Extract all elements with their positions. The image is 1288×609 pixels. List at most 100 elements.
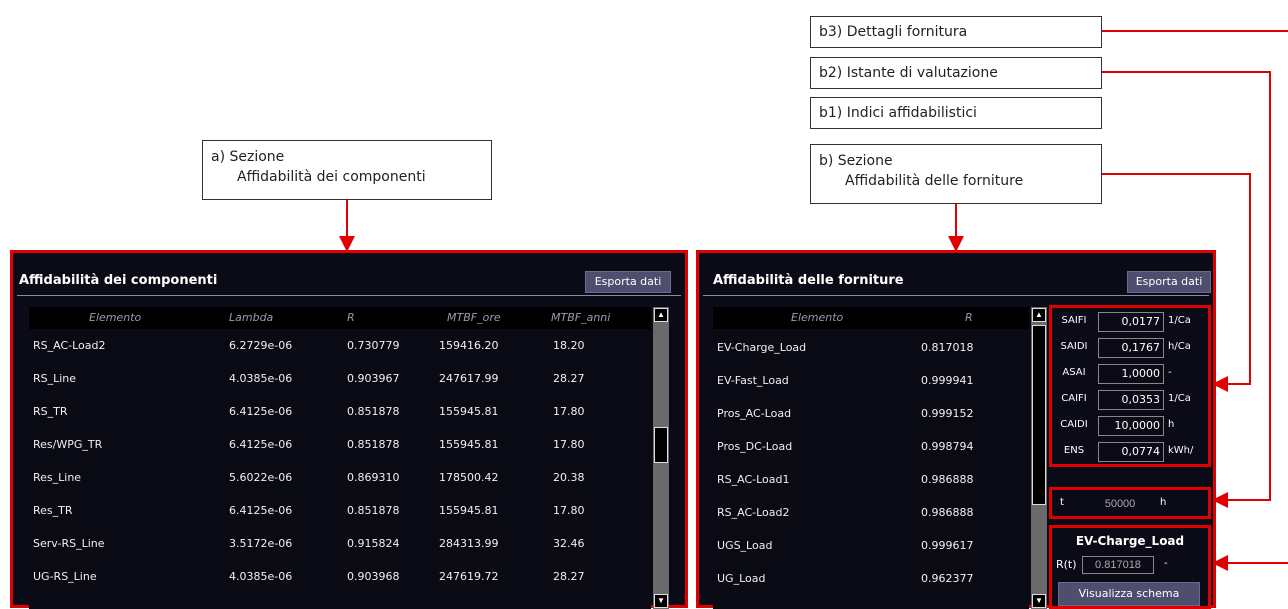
table-cell: 4.0385e-06	[229, 372, 293, 385]
table-cell: 155945.81	[439, 438, 499, 451]
table-cell: 155945.81	[439, 504, 499, 517]
table-cell: 0.998794	[921, 440, 974, 453]
callout-b: b) Sezione Affidabilità delle forniture	[810, 144, 1102, 204]
table-cell: EV-Charge_Load	[717, 341, 807, 354]
table-cell: 284313.99	[439, 537, 499, 550]
evaluation-time-box: t 50000 h	[1049, 487, 1211, 519]
component-table-header: Elemento Lambda R MTBF_ore MTBF_anni	[29, 307, 651, 329]
table-cell: 3.5172e-06	[229, 537, 293, 550]
col-header-elemento[interactable]: Elemento	[791, 311, 843, 324]
table-cell: 28.27	[553, 372, 585, 385]
supply-reliability-panel: Affidabilità delle forniture Esporta dat…	[696, 250, 1216, 609]
callout-b2-text: b2) Istante di valutazione	[819, 65, 998, 81]
index-unit: h	[1168, 419, 1175, 430]
table-cell: UG-RS_Line	[33, 570, 97, 583]
index-label: CAIDI	[1060, 419, 1088, 430]
table-cell: Res_TR	[33, 504, 73, 517]
reliability-r-unit: -	[1164, 558, 1168, 569]
table-cell: 0.903968	[347, 570, 400, 583]
index-unit: 1/Ca	[1168, 393, 1191, 404]
table-cell: 28.27	[553, 570, 585, 583]
table-cell: 17.80	[553, 405, 585, 418]
table-cell: 0.903967	[347, 372, 400, 385]
table-cell: RS_AC-Load2	[33, 339, 106, 352]
table-cell: Pros_AC-Load	[717, 407, 792, 420]
table-cell: Res_Line	[33, 471, 82, 484]
table-cell: 0.851878	[347, 438, 400, 451]
export-data-button-left[interactable]: Esporta dati	[585, 271, 671, 293]
table-cell: 0.999941	[921, 374, 974, 387]
table-cell: 6.4125e-06	[229, 438, 293, 451]
table-cell: EV-Fast_Load	[717, 374, 789, 387]
callout-b1: b1) Indici affidabilistici	[810, 97, 1102, 129]
table-cell: 32.46	[553, 537, 585, 550]
table-cell: 6.2729e-06	[229, 339, 293, 352]
index-label: SAIFI	[1061, 315, 1087, 326]
table-cell: 0.851878	[347, 405, 400, 418]
table-cell: 18.20	[553, 339, 585, 352]
index-label: ASAI	[1062, 367, 1086, 378]
time-input[interactable]: 50000	[1088, 496, 1152, 514]
table-cell: 159416.20	[439, 339, 499, 352]
component-reliability-panel: Affidabilità dei componenti Esporta dati…	[10, 250, 688, 609]
component-table-scrollbar[interactable]: ▲ ▼	[653, 307, 669, 609]
panel-divider	[703, 295, 1209, 296]
index-unit: -	[1168, 367, 1172, 378]
table-cell: 0.851878	[347, 504, 400, 517]
scroll-down-icon[interactable]: ▼	[1032, 594, 1046, 608]
callout-a: a) Sezione Affidabilità dei componenti	[202, 140, 492, 200]
index-value: 1,0000	[1098, 364, 1164, 384]
callout-b-line1: b) Sezione	[819, 153, 893, 169]
table-cell: 0.986888	[921, 473, 974, 486]
scroll-thumb[interactable]	[654, 427, 668, 463]
supply-details-box: EV-Charge_Load R(t) 0.817018 - Visualizz…	[1049, 525, 1211, 609]
table-cell: 4.0385e-06	[229, 570, 293, 583]
table-cell: 155945.81	[439, 405, 499, 418]
table-cell: 178500.42	[439, 471, 499, 484]
table-cell: RS_TR	[33, 405, 68, 418]
col-header-elemento[interactable]: Elemento	[89, 311, 141, 324]
table-cell: 247619.72	[439, 570, 499, 583]
supply-name: EV-Charge_Load	[1075, 534, 1185, 548]
time-label: t	[1060, 497, 1064, 508]
scroll-thumb[interactable]	[1032, 325, 1046, 505]
reliability-r-value: 0.817018	[1082, 556, 1154, 574]
table-cell: 6.4125e-06	[229, 504, 293, 517]
supply-table: Elemento R EV-Charge_Load 0.817018 EV-Fast…	[713, 307, 1029, 609]
supply-table-header: Elemento R	[713, 307, 1029, 329]
index-value: 0,1767	[1098, 338, 1164, 358]
table-cell: Pros_DC-Load	[717, 440, 793, 453]
col-header-r[interactable]: R	[347, 311, 355, 324]
supply-table-scrollbar[interactable]: ▲ ▼	[1031, 307, 1047, 609]
table-cell: 0.986888	[921, 506, 974, 519]
table-cell: 6.4125e-06	[229, 405, 293, 418]
table-cell: 17.80	[553, 504, 585, 517]
index-label: ENS	[1063, 445, 1085, 456]
table-cell: RS_AC-Load2	[717, 506, 790, 519]
callout-b1-text: b1) Indici affidabilistici	[819, 105, 977, 121]
table-cell: 247617.99	[439, 372, 499, 385]
reliability-indices-box: SAIFI 0,0177 1/Ca SAIDI 0,1767 h/Ca ASAI 1,0000…	[1049, 305, 1211, 467]
table-cell: UGS_Load	[717, 539, 773, 552]
scroll-up-icon[interactable]: ▲	[654, 308, 668, 322]
export-data-button-right[interactable]: Esporta dati	[1127, 271, 1211, 293]
col-header-lambda[interactable]: Lambda	[229, 311, 273, 324]
table-cell: RS_AC-Load1	[717, 473, 790, 486]
col-header-mtbf-ore[interactable]: MTBF_ore	[447, 311, 501, 324]
callout-b3-text: b3) Dettagli fornitura	[819, 24, 968, 40]
scroll-down-icon[interactable]: ▼	[654, 594, 668, 608]
panel-divider	[17, 295, 681, 296]
view-schema-button[interactable]: Visualizza schema	[1058, 582, 1200, 606]
table-cell: 0.962377	[921, 572, 974, 585]
callout-b-line2: Affidabilità delle forniture	[845, 173, 1024, 189]
table-cell: Serv-RS_Line	[33, 537, 105, 550]
scroll-up-icon[interactable]: ▲	[1032, 308, 1046, 322]
index-value: 0,0177	[1098, 312, 1164, 332]
table-cell: Res/WPG_TR	[33, 438, 103, 451]
col-header-mtbf-anni[interactable]: MTBF_anni	[551, 311, 610, 324]
col-header-r[interactable]: R	[965, 311, 973, 324]
table-cell: UG_Load	[717, 572, 766, 585]
callout-a-line1: a) Sezione	[211, 149, 285, 165]
component-table: Elemento Lambda R MTBF_ore MTBF_anni RS_…	[29, 307, 651, 609]
index-unit: kWh/	[1168, 445, 1194, 456]
